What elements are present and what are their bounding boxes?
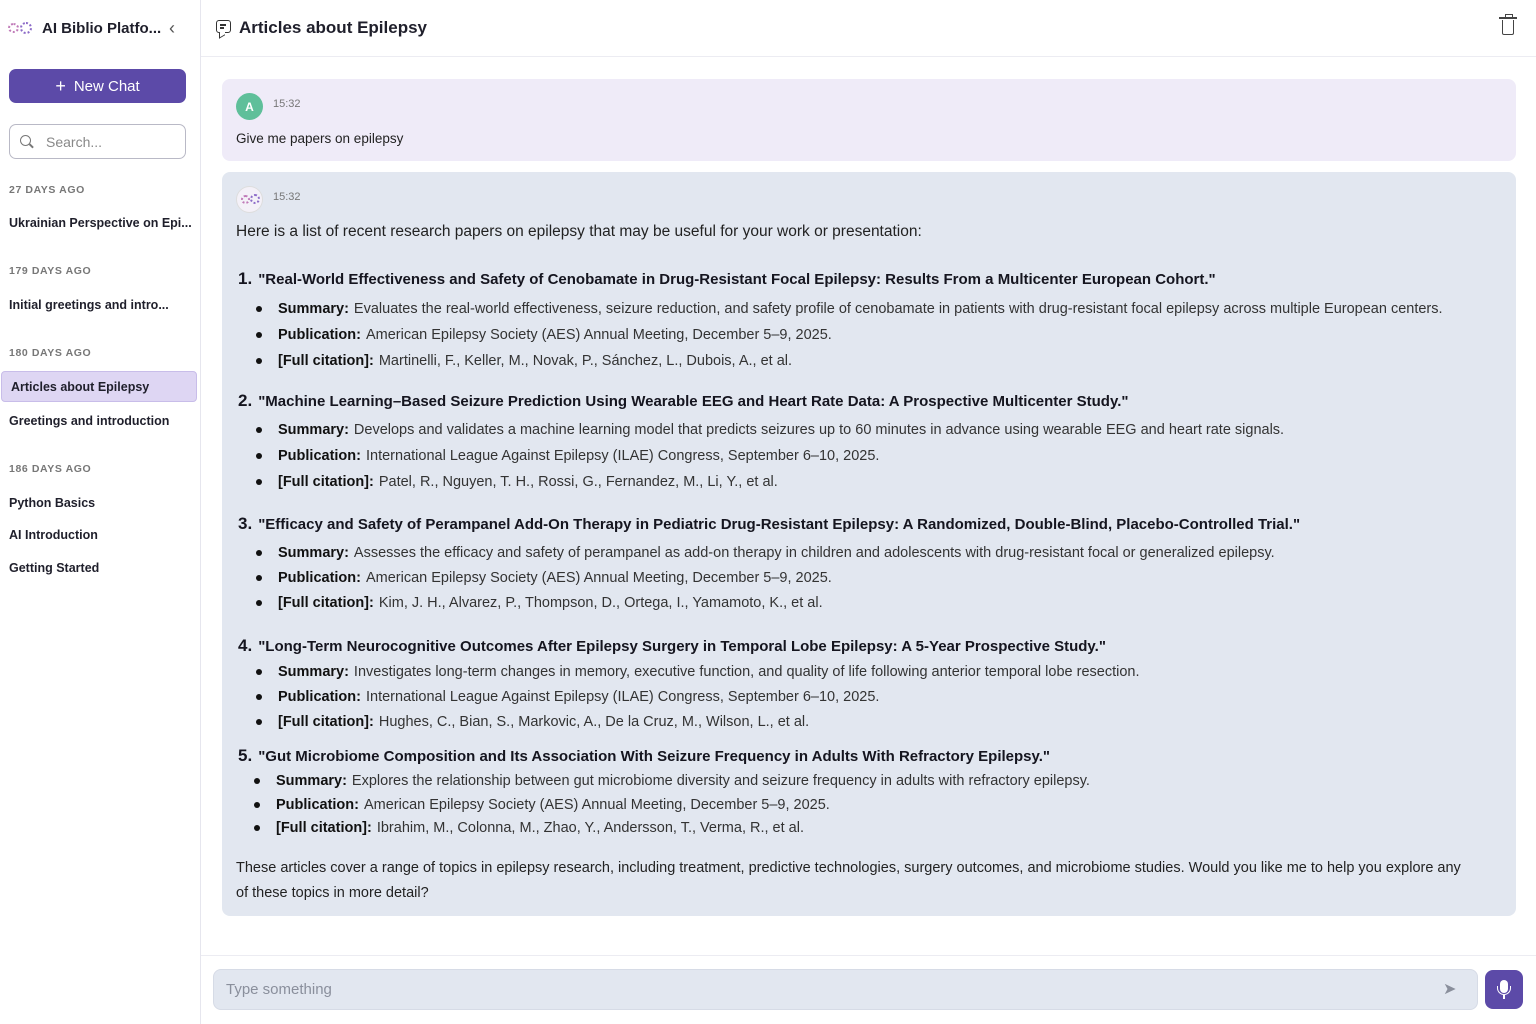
paper-citation: [Full citation]: Kim, J. H., Alvarez, P.,…: [256, 595, 823, 611]
paper-title: 2. "Machine Learning–Based Seizure Predic…: [238, 391, 1129, 410]
paper-citation: [Full citation]: Ibrahim, M., Colonna, M.…: [254, 820, 804, 836]
conversation-item[interactable]: Initial greetings and intro...: [1, 289, 197, 320]
message-time: 15:32: [273, 191, 301, 203]
paper-summary: Summary: Develops and validates a machine…: [256, 422, 1284, 438]
paper-title: 5. "Gut Microbiome Composition and Its As…: [238, 746, 1051, 765]
paper-citation: [Full citation]: Hughes, C., Bian, S., Ma…: [256, 714, 809, 730]
app-title: AI Biblio Platfo...: [42, 19, 162, 37]
paper-title: 3. "Efficacy and Safety of Perampanel Add…: [238, 514, 1301, 533]
chevron-left-icon[interactable]: ‹: [164, 18, 180, 38]
user-message: A 15:32 Give me papers on epilepsy: [222, 79, 1516, 161]
paper-summary: Summary: Assesses the efficacy and safety…: [256, 545, 1275, 561]
new-chat-label: New Chat: [73, 77, 140, 95]
paper-publication: Publication: International League Against…: [256, 689, 879, 705]
paper-title: 1. "Real-World Effectiveness and Safety o…: [238, 269, 1216, 288]
paper-citation: [Full citation]: Patel, R., Nguyen, T. H.…: [256, 474, 778, 490]
group-label: 179 DAYS AGO: [9, 265, 92, 277]
chat-bubble-icon: [216, 20, 231, 33]
message-time: 15:32: [273, 98, 301, 110]
paper-publication: Publication: International League Against…: [256, 448, 879, 464]
sidebar: AI Biblio Platfo... ‹ + New Chat 27 DAYS…: [0, 0, 201, 1024]
assistant-outro: These articles cover a range of topics i…: [236, 860, 1461, 901]
paper-title: 4. "Long-Term Neurocognitive Outcomes Aft…: [238, 636, 1106, 655]
group-label: 180 DAYS AGO: [9, 347, 92, 359]
conversation-item[interactable]: Ukrainian Perspective on Epi...: [1, 207, 197, 238]
message-input[interactable]: [226, 981, 1416, 998]
paper-citation: [Full citation]: Martinelli, F., Keller, …: [256, 353, 792, 369]
assistant-avatar: [236, 186, 263, 213]
conversation-item[interactable]: Getting Started: [1, 552, 197, 583]
conversation-item-active[interactable]: Articles about Epilepsy: [1, 371, 197, 402]
send-icon[interactable]: ➤: [1443, 982, 1459, 998]
paper-publication: Publication: American Epilepsy Society (A…: [256, 327, 832, 343]
plus-icon: +: [55, 76, 66, 96]
assistant-message: 15:32 Here is a list of recent research …: [222, 172, 1516, 916]
conversation-item[interactable]: AI Introduction: [1, 519, 197, 550]
user-avatar: A: [236, 93, 263, 120]
group-label: 186 DAYS AGO: [9, 463, 92, 475]
chat-header: Articles about Epilepsy: [201, 0, 1536, 57]
paper-summary: Summary: Evaluates the real-world effecti…: [256, 301, 1443, 317]
composer[interactable]: ➤: [213, 969, 1478, 1010]
user-message-text: Give me papers on epilepsy: [236, 131, 404, 146]
paper-summary: Summary: Investigates long-term changes i…: [256, 664, 1139, 680]
logo-icon: [8, 20, 36, 36]
search-icon: [20, 134, 34, 149]
paper-summary: Summary: Explores the relationship betwee…: [254, 773, 1090, 789]
microphone-icon: [1497, 980, 1511, 995]
group-label: 27 DAYS AGO: [9, 184, 85, 196]
paper-publication: Publication: American Epilepsy Society (A…: [256, 570, 832, 586]
conversation-item[interactable]: Greetings and introduction: [1, 405, 197, 436]
conversation-item[interactable]: Python Basics: [1, 487, 197, 518]
search-box[interactable]: [9, 124, 186, 159]
assistant-intro: Here is a list of recent research papers…: [236, 223, 922, 240]
paper-publication: Publication: American Epilepsy Society (A…: [254, 797, 830, 813]
new-chat-button[interactable]: + New Chat: [9, 69, 186, 103]
trash-icon[interactable]: [1499, 14, 1517, 35]
microphone-button[interactable]: [1485, 970, 1523, 1009]
chat-title: Articles about Epilepsy: [239, 18, 427, 37]
search-input[interactable]: [46, 133, 176, 150]
